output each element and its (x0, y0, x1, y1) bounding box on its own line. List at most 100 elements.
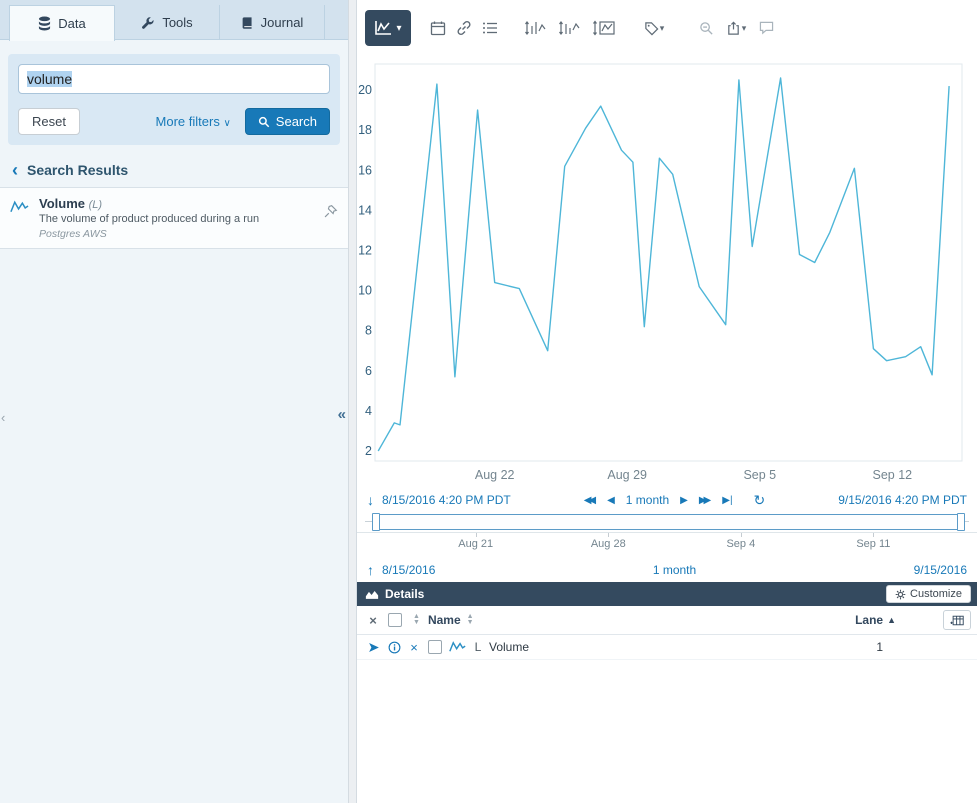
move-up-icon[interactable]: ↑ (367, 562, 374, 578)
axis-resize-button[interactable] (555, 15, 585, 41)
move-down-icon[interactable]: ↓ (367, 492, 374, 508)
samples-list-icon (482, 21, 498, 35)
remove-item-icon[interactable]: × (405, 640, 423, 655)
search-input-value: volume (27, 71, 72, 87)
pin-icon[interactable] (323, 204, 338, 219)
display-range-left: ↓ 8/15/2016 4:20 PM PDT (367, 492, 511, 508)
step-back-double-icon[interactable]: ◀◀ (584, 495, 596, 506)
row-lane-value: 1 (876, 640, 883, 654)
more-filters-link[interactable]: More filters ∨ (156, 114, 231, 129)
name-sort-icon[interactable]: ▲▼ (467, 614, 474, 626)
tab-tools[interactable]: Tools (115, 5, 220, 40)
row-checkbox[interactable] (428, 640, 442, 654)
signal-icon (449, 641, 466, 653)
display-end-date[interactable]: 9/15/2016 4:20 PM PDT (838, 493, 967, 507)
back-chevron-icon[interactable]: ‹ (12, 164, 18, 176)
export-icon (726, 21, 741, 36)
lane-column-label: Lane (855, 613, 883, 627)
sort-down-icon: ▼ (467, 620, 474, 626)
chevron-down-icon: ▾ (660, 23, 665, 34)
chevron-down-icon: ▾ (742, 23, 747, 34)
link-button[interactable] (451, 15, 477, 41)
customize-button[interactable]: Customize (886, 585, 971, 603)
tab-journal-label: Journal (261, 15, 304, 30)
step-forward-icon[interactable]: ▶ (680, 495, 688, 506)
lane-resize-button[interactable] (521, 15, 551, 41)
svg-text:12: 12 (358, 244, 372, 258)
search-input[interactable]: volume (18, 64, 330, 94)
tag-icon (644, 21, 659, 36)
investigate-right: 9/15/2016 (914, 563, 967, 577)
slider-handle-right[interactable] (957, 513, 965, 531)
edge-collapse-icon[interactable]: ‹ (1, 410, 5, 425)
lane-column-header[interactable]: Lane ▲ (855, 613, 896, 627)
slider-handle-left[interactable] (372, 513, 380, 531)
details-table-row[interactable]: × L Volume 1 (357, 635, 977, 660)
sidebar-collapse-icon[interactable]: « (338, 406, 346, 423)
step-to-end-icon[interactable]: ▶| (722, 495, 732, 506)
tags-dropdown-button[interactable]: ▾ (637, 15, 671, 41)
tab-data[interactable]: Data (9, 5, 115, 41)
step-back-icon[interactable]: ◀ (607, 495, 615, 506)
tab-tools-label: Tools (162, 15, 192, 30)
trend-view-icon (374, 20, 392, 36)
name-column-header[interactable]: Name (428, 613, 461, 627)
investigate-duration[interactable]: 1 month (653, 563, 696, 577)
reset-button[interactable]: Reset (18, 108, 80, 135)
svg-text:2: 2 (365, 444, 372, 458)
trend-view-dropdown-button[interactable]: ▾ (365, 10, 411, 46)
autoscale-button[interactable] (589, 15, 619, 41)
timebar-tick-label: Sep 11 (856, 538, 890, 550)
axis-resize-icon (558, 20, 582, 36)
svg-text:14: 14 (358, 203, 372, 217)
sort-icon[interactable]: ▲▼ (413, 614, 420, 626)
item-info-button[interactable] (384, 641, 405, 654)
row-item-name[interactable]: Volume (489, 640, 529, 654)
select-all-checkbox[interactable] (388, 613, 402, 627)
refresh-icon[interactable]: ↻ (754, 492, 766, 509)
more-filters-label: More filters (156, 114, 220, 129)
svg-text:Sep 5: Sep 5 (743, 468, 776, 482)
search-results-title: Search Results (27, 162, 128, 178)
timebar-tick-label: Aug 28 (591, 538, 626, 550)
add-column-button[interactable] (943, 610, 971, 630)
export-dropdown-button[interactable]: ▾ (719, 15, 753, 41)
remove-all-icon[interactable]: × (363, 613, 383, 628)
seeq-workbench: Data Tools Journal volume Reset More fil… (0, 0, 977, 803)
search-panel: volume Reset More filters ∨ Search (8, 54, 340, 145)
zoom-out-button[interactable] (693, 15, 719, 41)
trend-chart-area[interactable]: 2468101214161820Aug 22Aug 29Sep 5Sep 12 (357, 56, 977, 488)
range-slider[interactable] (357, 512, 977, 532)
investigate-center: 1 month (435, 563, 913, 577)
samples-list-button[interactable] (477, 15, 503, 41)
gear-icon (895, 589, 906, 600)
search-button[interactable]: Search (245, 108, 330, 135)
signal-icon (447, 641, 468, 653)
comments-button[interactable] (753, 15, 779, 41)
navigate-to-item-button[interactable] (363, 641, 384, 654)
signal-letter: L (470, 640, 486, 654)
investigate-end-date[interactable]: 9/15/2016 (914, 563, 967, 577)
trend-chart[interactable]: 2468101214161820Aug 22Aug 29Sep 5Sep 12 (357, 56, 977, 488)
zoom-out-icon (699, 21, 714, 36)
result-name: Volume (39, 196, 85, 211)
timebar-tickmark (873, 533, 874, 537)
tab-journal[interactable]: Journal (220, 5, 325, 40)
panel-divider[interactable] (348, 0, 357, 803)
display-range-right: 9/15/2016 4:20 PM PDT (838, 493, 967, 507)
search-results-header: ‹ Search Results (0, 145, 348, 187)
main-panel: ▾ ▾ (357, 0, 977, 803)
svg-text:Aug 22: Aug 22 (475, 468, 515, 482)
step-forward-double-icon[interactable]: ▶▶ (699, 495, 711, 506)
timebar-tick-label: Sep 4 (726, 538, 755, 550)
slider-selection[interactable] (375, 514, 962, 530)
display-start-date[interactable]: 8/15/2016 4:20 PM PDT (382, 493, 511, 507)
calendar-button[interactable] (425, 15, 451, 41)
search-icon (258, 116, 270, 128)
search-button-label: Search (276, 114, 317, 129)
search-result-item[interactable]: Volume (L) The volume of product produce… (0, 187, 348, 249)
display-duration[interactable]: 1 month (626, 493, 669, 507)
link-icon (456, 20, 472, 36)
send-icon (367, 641, 381, 654)
investigate-start-date[interactable]: 8/15/2016 (382, 563, 435, 577)
